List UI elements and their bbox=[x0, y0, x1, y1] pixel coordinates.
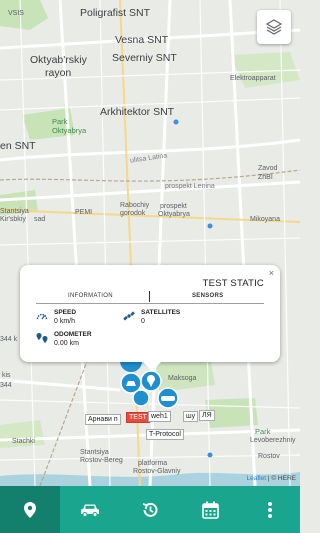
tab-information[interactable]: INFORMATION bbox=[68, 293, 113, 299]
marker-label[interactable]: Арнави п bbox=[85, 414, 121, 425]
tab-divider bbox=[149, 291, 150, 302]
vehicle-marker[interactable] bbox=[132, 389, 150, 407]
tab-sensors[interactable]: SENSORS bbox=[192, 293, 223, 299]
satellites-label: SATELLITES bbox=[141, 309, 181, 316]
map-pin-icon bbox=[24, 501, 36, 518]
close-icon[interactable]: × bbox=[269, 268, 274, 278]
nav-more-button[interactable] bbox=[240, 486, 300, 533]
popup-title: TEST STATIC bbox=[202, 278, 264, 289]
bottom-navigation bbox=[0, 486, 300, 533]
speed-field: SPEED 0 km/h bbox=[36, 309, 77, 325]
odometer-pins-icon bbox=[36, 333, 48, 343]
satellite-icon bbox=[123, 311, 135, 321]
nav-history-button[interactable] bbox=[120, 486, 180, 533]
map-view[interactable]: VSIS Poligrafist SNT Vesna SNT Oktyab'rs… bbox=[0, 0, 300, 486]
more-vertical-icon bbox=[268, 501, 272, 518]
satellites-field: SATELLITES 0 bbox=[123, 309, 181, 325]
vehicle-popup: × TEST STATIC INFORMATION SENSORS SPEED … bbox=[20, 265, 280, 371]
speed-value: 0 km/h bbox=[54, 318, 76, 325]
leaflet-link[interactable]: Leaflet bbox=[247, 475, 267, 482]
layers-button[interactable] bbox=[257, 10, 291, 44]
vehicle-marker[interactable] bbox=[140, 370, 162, 392]
marker-label[interactable]: weh1 bbox=[148, 411, 171, 422]
nav-calendar-button[interactable] bbox=[180, 486, 240, 533]
car-icon bbox=[81, 504, 99, 517]
odometer-label: ODOMETER bbox=[54, 331, 92, 338]
speed-label: SPEED bbox=[54, 309, 77, 316]
odometer-field: ODOMETER 0.00 km bbox=[36, 331, 92, 347]
calendar-icon bbox=[201, 501, 219, 519]
speedometer-icon bbox=[36, 313, 48, 320]
marker-label[interactable]: шу bbox=[183, 411, 199, 422]
satellites-value: 0 bbox=[141, 318, 145, 325]
map-attribution: Leaflet | © HERE bbox=[246, 475, 297, 482]
nav-map-button[interactable] bbox=[0, 486, 60, 533]
history-icon bbox=[142, 502, 158, 517]
marker-label[interactable]: TEST bbox=[126, 412, 150, 423]
vehicle-marker[interactable] bbox=[157, 387, 179, 409]
layers-icon bbox=[265, 19, 283, 35]
odometer-value: 0.00 km bbox=[54, 340, 79, 347]
marker-label[interactable]: T-Protocol bbox=[146, 429, 184, 440]
marker-label[interactable]: ЛЯ bbox=[199, 410, 215, 421]
tab-underline bbox=[36, 303, 264, 304]
nav-vehicles-button[interactable] bbox=[60, 486, 120, 533]
